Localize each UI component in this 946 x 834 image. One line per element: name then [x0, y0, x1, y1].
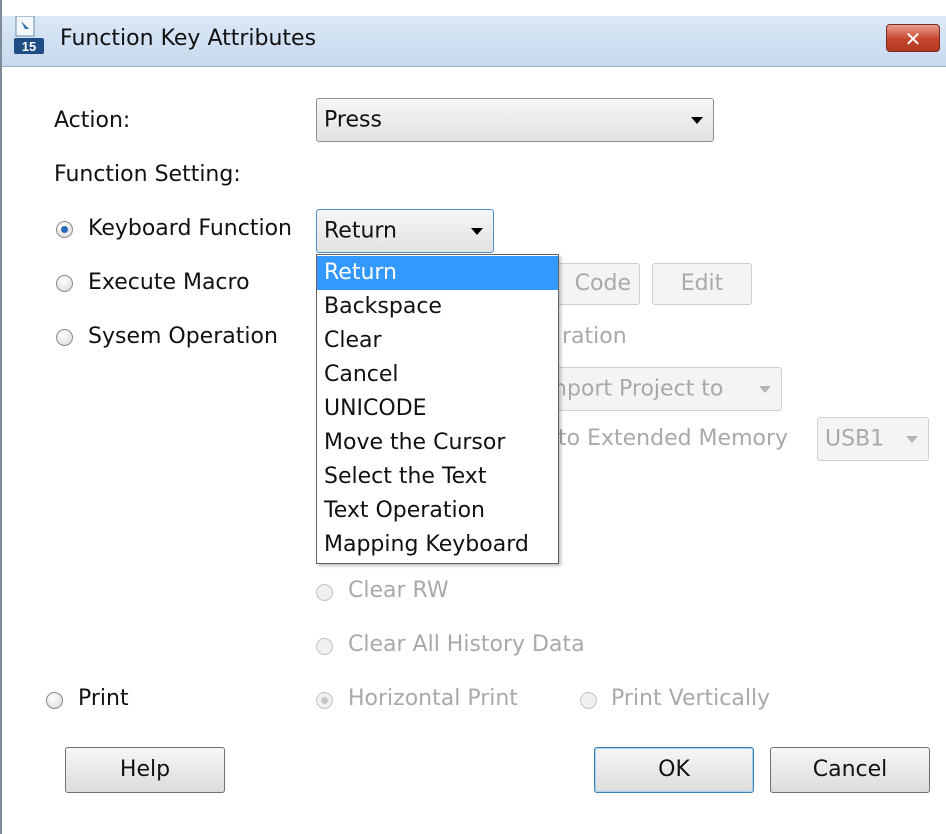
cancel-button[interactable]: Cancel — [770, 747, 930, 793]
horizontal-print-label: Horizontal Print — [348, 686, 518, 711]
system-operation-partial-text: ration — [562, 324, 627, 349]
action-select[interactable]: Press — [316, 98, 714, 142]
print-label: Print — [78, 686, 129, 711]
usb-select-value: USB1 — [825, 426, 885, 452]
usb-select[interactable]: USB1 — [817, 417, 929, 461]
keyboard-function-select[interactable]: Return — [316, 209, 494, 253]
dropdown-option-move-cursor[interactable]: Move the Cursor — [317, 426, 558, 460]
close-icon: ✕ — [904, 27, 922, 51]
chevron-down-icon — [691, 117, 703, 124]
window-title: Function Key Attributes — [60, 26, 317, 51]
code-button-label: Code — [574, 271, 631, 296]
keyboard-function-dropdown-list: Return Backspace Clear Cancel UNICODE Mo… — [316, 254, 559, 564]
cancel-button-label: Cancel — [812, 757, 888, 782]
dropdown-option-return[interactable]: Return — [317, 256, 558, 290]
app-icon: 15 — [14, 15, 48, 56]
keyboard-function-select-value: Return — [324, 218, 398, 244]
clear-rw-label: Clear RW — [348, 578, 449, 603]
system-operation-label: Sysem Operation — [88, 324, 278, 349]
chevron-down-icon — [471, 228, 483, 235]
dialog-window: 15 Function Key Attributes ✕ Action: Pre… — [0, 0, 946, 834]
action-select-value: Press — [324, 107, 382, 133]
dropdown-option-cancel[interactable]: Cancel — [317, 358, 558, 392]
import-project-select-value: nport Project to — [553, 376, 724, 402]
help-button[interactable]: Help — [65, 747, 225, 793]
clear-rw-radio[interactable] — [316, 584, 333, 601]
dropdown-option-backspace[interactable]: Backspace — [317, 290, 558, 324]
print-vertically-label: Print Vertically — [611, 686, 771, 711]
print-radio[interactable] — [46, 692, 63, 709]
edit-button-label: Edit — [680, 271, 724, 296]
extended-memory-label: to Extended Memory — [558, 426, 789, 451]
app-icon-badge: 15 — [22, 39, 36, 54]
print-vertically-radio[interactable] — [580, 692, 597, 709]
dropdown-option-clear[interactable]: Clear — [317, 324, 558, 358]
execute-macro-label: Execute Macro — [88, 270, 250, 295]
function-setting-label: Function Setting: — [54, 162, 241, 187]
chevron-down-icon — [759, 386, 771, 393]
execute-macro-radio[interactable] — [56, 275, 73, 292]
ok-button[interactable]: OK — [594, 747, 754, 793]
import-project-select[interactable]: nport Project to — [522, 367, 782, 411]
action-label: Action: — [54, 108, 131, 133]
close-button[interactable]: ✕ — [886, 24, 940, 52]
chevron-down-icon — [906, 436, 918, 443]
dropdown-option-text-operation[interactable]: Text Operation — [317, 494, 558, 528]
edit-button[interactable]: Edit — [652, 263, 752, 305]
dropdown-option-select-text[interactable]: Select the Text — [317, 460, 558, 494]
dropdown-option-unicode[interactable]: UNICODE — [317, 392, 558, 426]
clear-all-history-label: Clear All History Data — [348, 632, 585, 657]
horizontal-print-radio[interactable] — [316, 692, 333, 709]
help-button-label: Help — [119, 757, 171, 782]
ok-button-label: OK — [658, 757, 690, 782]
system-operation-radio[interactable] — [56, 329, 73, 346]
dropdown-option-mapping-keyboard[interactable]: Mapping Keyboard — [317, 528, 558, 562]
keyboard-function-radio[interactable] — [56, 221, 73, 238]
clear-all-history-radio[interactable] — [316, 638, 333, 655]
keyboard-function-label: Keyboard Function — [88, 216, 292, 241]
